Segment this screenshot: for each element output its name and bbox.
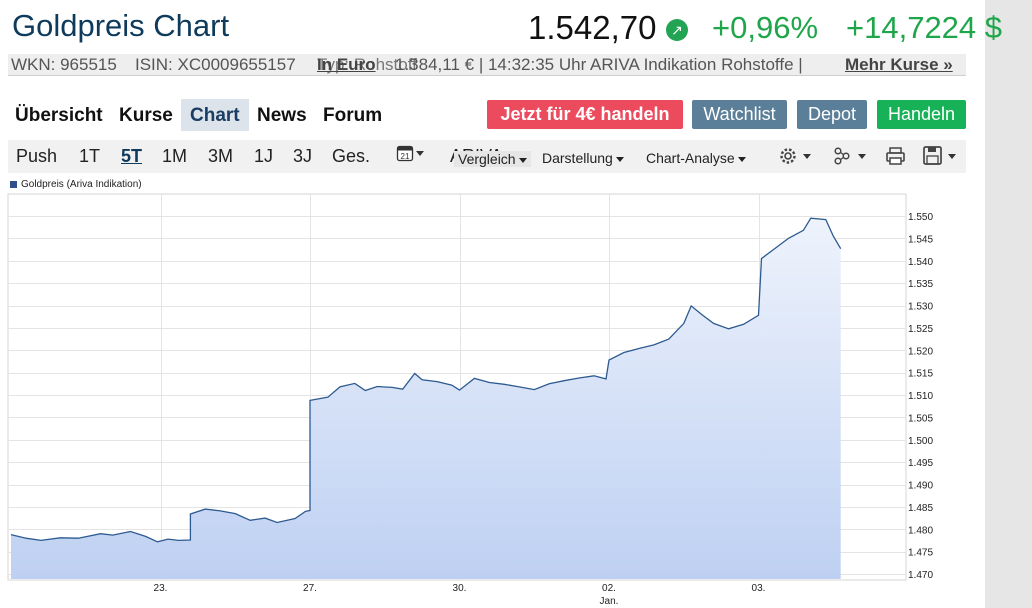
y-tick-label: 1.475 bbox=[908, 548, 933, 559]
x-axis-ticks: 23. 27. 30. 02. Jan. 03. bbox=[154, 583, 766, 607]
x-tick-label: 27. bbox=[303, 583, 317, 594]
gold-price-chart[interactable]: 1.550 1.545 1.540 1.535 1.530 1.525 1.520 1.515… bbox=[0, 0, 1032, 608]
y-tick-label: 1.550 bbox=[908, 212, 933, 223]
y-tick-label: 1.480 bbox=[908, 525, 933, 536]
y-tick-label: 1.500 bbox=[908, 436, 933, 447]
y-tick-label: 1.535 bbox=[908, 279, 933, 290]
x-tick-label: 02. bbox=[602, 583, 616, 594]
x-tick-label: 03. bbox=[752, 583, 766, 594]
y-tick-label: 1.505 bbox=[908, 413, 933, 424]
y-tick-label: 1.515 bbox=[908, 369, 933, 380]
y-tick-label: 1.545 bbox=[908, 234, 933, 245]
y-tick-label: 1.470 bbox=[908, 570, 933, 581]
y-tick-label: 1.520 bbox=[908, 346, 933, 357]
y-axis-ticks: 1.550 1.545 1.540 1.535 1.530 1.525 1.520 1.515… bbox=[908, 212, 933, 581]
y-tick-label: 1.495 bbox=[908, 458, 933, 469]
y-tick-label: 1.525 bbox=[908, 324, 933, 335]
x-tick-sublabel: Jan. bbox=[600, 596, 619, 607]
y-tick-label: 1.485 bbox=[908, 503, 933, 514]
x-tick-label: 30. bbox=[453, 583, 467, 594]
y-tick-label: 1.530 bbox=[908, 302, 933, 313]
y-tick-label: 1.540 bbox=[908, 257, 933, 268]
x-tick-label: 23. bbox=[154, 583, 168, 594]
y-tick-label: 1.510 bbox=[908, 391, 933, 402]
y-tick-label: 1.490 bbox=[908, 481, 933, 492]
